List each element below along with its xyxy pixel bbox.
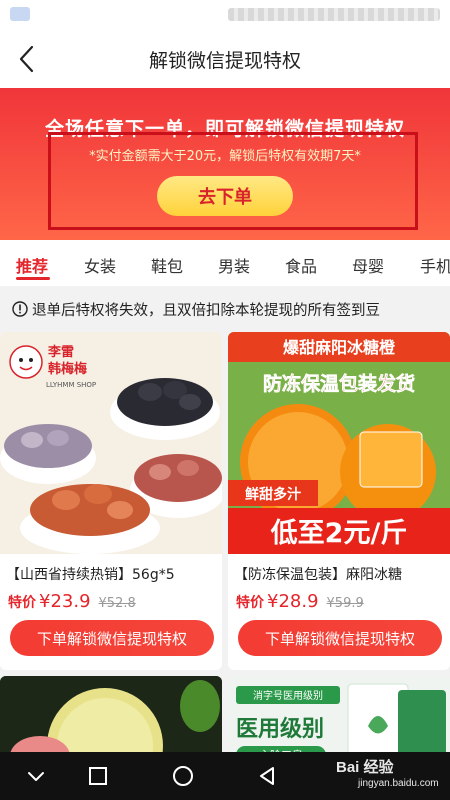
order-unlock-button[interactable]: 下单解锁微信提现特权 xyxy=(10,620,214,656)
promo-banner: 全场任意下一单，即可解锁微信提现特权 *实付金额需大于20元，解锁后特权有效期7… xyxy=(0,88,450,240)
category-tabs: 推荐 女装 鞋包 男装 食品 母婴 手机 xyxy=(0,240,450,286)
price-row: 特价 ¥23.9 ¥52.8 xyxy=(8,591,136,612)
product-title: 【山西省持续热销】56g*5 xyxy=(6,567,175,583)
back-triangle-icon[interactable] xyxy=(255,764,279,788)
image-headline-text: 防冻保温包装发货 xyxy=(263,372,415,395)
app-screen: 解锁微信提现特权 全场任意下一单，即可解锁微信提现特权 *实付金额需大于20元，… xyxy=(0,0,450,800)
tab-mens[interactable]: 男装 xyxy=(218,253,250,277)
status-indicators-blurred xyxy=(228,8,440,21)
info-icon xyxy=(12,301,28,317)
status-icon-blurred xyxy=(10,7,30,21)
tab-food[interactable]: 食品 xyxy=(285,253,317,277)
notice-text: 退单后特权将失效，且双倍扣除本轮提现的所有签到豆 xyxy=(32,303,380,319)
product-image-plums: 李雷 韩梅梅 LLYHMM SHOP xyxy=(0,332,222,554)
tab-womens[interactable]: 女装 xyxy=(84,253,116,277)
brand-logo-text: 李雷 xyxy=(47,344,74,360)
price-label: 特价 xyxy=(236,595,264,611)
tab-recommend[interactable]: 推荐 xyxy=(16,253,48,277)
product-image-oranges: 爆甜麻阳冰糖橙 防冻保温包装发货 鲜甜多汁 低至2元/斤 xyxy=(228,332,450,554)
tab-baby[interactable]: 母婴 xyxy=(352,253,384,277)
product-title: 【防冻保温包装】麻阳冰糖 xyxy=(234,567,402,583)
watermark-main: Bai 经验 xyxy=(336,759,394,776)
price-row: 特价 ¥28.9 ¥59.9 xyxy=(236,591,364,612)
brand-logo-text-2: 韩梅梅 xyxy=(48,361,87,377)
image-headline-text: 医用级别 xyxy=(236,716,324,742)
watermark: Bai 经验 jingyan.baidu.com xyxy=(336,756,446,796)
image-tag-text: 鲜甜多汁 xyxy=(245,486,301,503)
product-card[interactable]: 李雷 韩梅梅 LLYHMM SHOP 【山西省持续热销】56g*5 特价 ¥23… xyxy=(0,332,222,670)
product-card[interactable]: 爆甜麻阳冰糖橙 防冻保温包装发货 鲜甜多汁 低至2元/斤 【防冻保温包装】麻阳冰… xyxy=(228,332,450,670)
watermark-sub: jingyan.baidu.com xyxy=(358,778,439,789)
chevron-down-icon[interactable] xyxy=(24,764,48,788)
banner-note: *实付金额需大于20元，解锁后特权有效期7天* xyxy=(89,149,361,164)
current-price: ¥23.9 xyxy=(39,591,91,612)
header: 解锁微信提现特权 xyxy=(0,30,450,88)
order-unlock-button[interactable]: 下单解锁微信提现特权 xyxy=(238,620,442,656)
active-tab-indicator xyxy=(16,277,50,280)
status-bar xyxy=(0,0,450,30)
notice-bar: 退单后特权将失效，且双倍扣除本轮提现的所有签到豆 xyxy=(0,286,450,330)
image-price-text: 低至2元/斤 xyxy=(270,518,408,549)
price-label: 特价 xyxy=(8,595,36,611)
go-order-button[interactable]: 去下单 xyxy=(157,176,293,216)
home-circle-icon[interactable] xyxy=(171,764,195,788)
tab-phones[interactable]: 手机 xyxy=(420,253,450,277)
original-price: ¥59.9 xyxy=(326,596,364,611)
image-banner-text: 爆甜麻阳冰糖橙 xyxy=(283,338,396,357)
current-price: ¥28.9 xyxy=(267,591,319,612)
recents-square-icon[interactable] xyxy=(86,764,110,788)
tab-bags-shoes[interactable]: 鞋包 xyxy=(151,253,183,277)
original-price: ¥52.8 xyxy=(98,596,136,611)
image-badge-text: 消字号医用级别 xyxy=(253,689,323,702)
brand-logo-sub: LLYHMM SHOP xyxy=(46,381,96,389)
page-title: 解锁微信提现特权 xyxy=(148,50,301,72)
